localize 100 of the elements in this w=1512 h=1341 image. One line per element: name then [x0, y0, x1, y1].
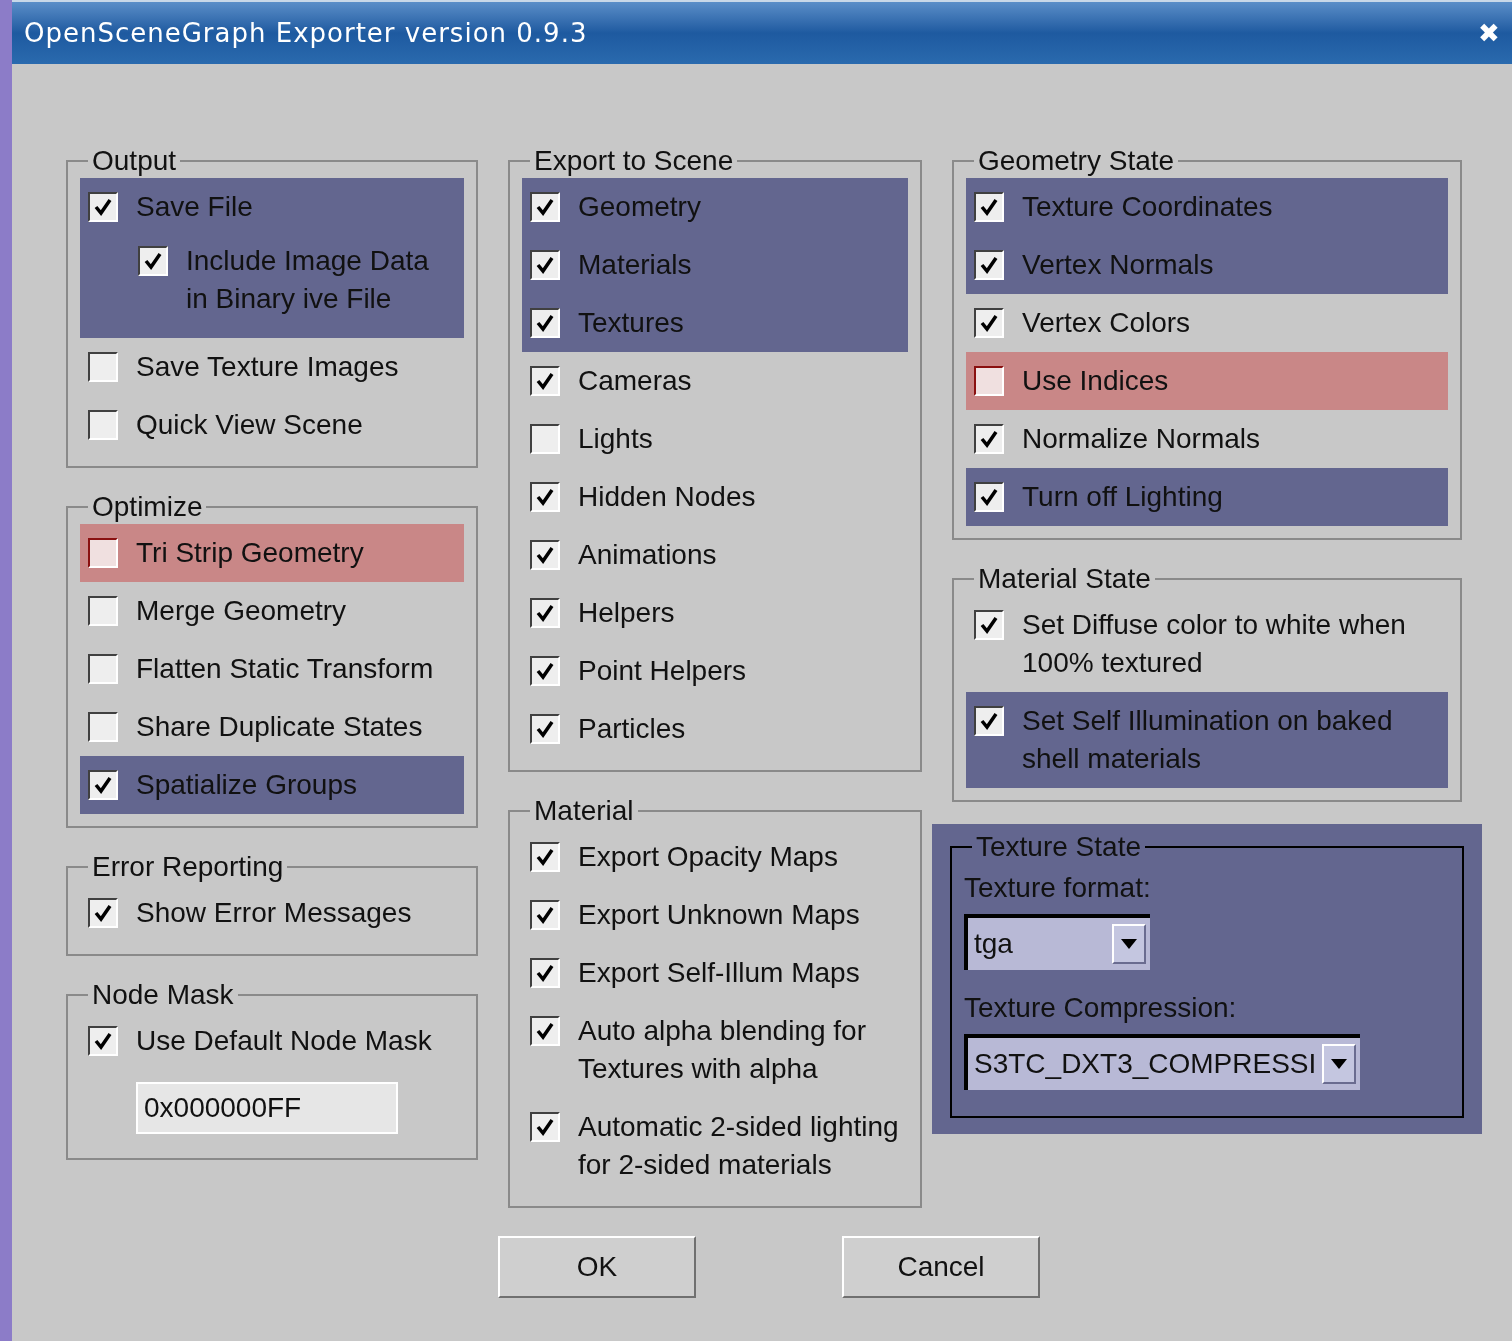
check-icon: [534, 1116, 556, 1138]
checkbox[interactable]: [138, 246, 168, 276]
dialog-button[interactable]: Cancel: [842, 1236, 1040, 1298]
checkbox[interactable]: [530, 366, 560, 396]
check-icon: [142, 250, 164, 272]
checkbox-label: Spatialize Groups: [136, 768, 357, 802]
check-icon: [534, 602, 556, 624]
checkbox-label: Set Self Illumination on baked shell materials: [1022, 704, 1394, 776]
checkbox[interactable]: [530, 714, 560, 744]
check-icon: [534, 312, 556, 334]
check-icon: [534, 660, 556, 682]
field-label: Texture Compression:: [964, 991, 1238, 1025]
check-icon: [534, 196, 556, 218]
checkbox-label: Export Self-Illum Maps: [578, 956, 860, 990]
check-icon: [978, 710, 1000, 732]
group-title: Node Mask: [91, 978, 235, 1012]
check-icon: [978, 196, 1000, 218]
checkbox[interactable]: [88, 596, 118, 626]
checkbox-label: Particles: [578, 712, 686, 746]
checkbox[interactable]: [530, 250, 560, 280]
checkbox[interactable]: [88, 1026, 118, 1056]
check-icon: [978, 428, 1000, 450]
checkbox[interactable]: [530, 482, 560, 512]
checkbox[interactable]: [88, 712, 118, 742]
checkbox[interactable]: [530, 540, 560, 570]
checkbox[interactable]: [974, 424, 1004, 454]
checkbox[interactable]: [530, 958, 560, 988]
check-icon: [92, 1030, 114, 1052]
check-icon: [534, 370, 556, 392]
field-label: Texture format:: [964, 871, 1152, 905]
checkbox-label: Export Opacity Maps: [578, 840, 838, 874]
check-icon: [534, 254, 556, 276]
checkbox[interactable]: [530, 1016, 560, 1046]
checkbox[interactable]: [88, 192, 118, 222]
check-icon: [534, 962, 556, 984]
check-icon: [534, 544, 556, 566]
checkbox[interactable]: [974, 308, 1004, 338]
checkbox-label: Merge Geometry: [136, 594, 347, 628]
checkbox[interactable]: [974, 482, 1004, 512]
checkbox[interactable]: [974, 250, 1004, 280]
checkbox-label: Save File: [136, 190, 253, 224]
checkbox[interactable]: [530, 598, 560, 628]
group-title: Texture State: [975, 830, 1142, 864]
group-title: Optimize: [91, 490, 204, 524]
checkbox[interactable]: [88, 410, 118, 440]
checkbox-label: Helpers: [578, 596, 675, 630]
close-icon[interactable]: ✖: [1478, 13, 1500, 53]
check-icon: [534, 486, 556, 508]
checkbox[interactable]: [530, 656, 560, 686]
checkbox-label: Hidden Nodes: [578, 480, 756, 514]
check-icon: [978, 486, 1000, 508]
checkbox[interactable]: [530, 900, 560, 930]
checkbox-label: Geometry: [578, 190, 701, 224]
dialog-button[interactable]: OK: [498, 1236, 696, 1298]
check-icon: [534, 846, 556, 868]
checkbox[interactable]: [530, 192, 560, 222]
group-title: Export to Scene: [533, 144, 735, 178]
checkbox-label: Texture Coordinates: [1022, 190, 1273, 224]
checkbox[interactable]: [88, 538, 118, 568]
checkbox[interactable]: [530, 842, 560, 872]
dropdown[interactable]: tga: [964, 914, 1150, 970]
checkbox[interactable]: [88, 898, 118, 928]
check-icon: [534, 1020, 556, 1042]
checkbox[interactable]: [88, 770, 118, 800]
checkbox-label: Materials: [578, 248, 692, 282]
checkbox-label: Tri Strip Geometry: [136, 536, 364, 570]
check-icon: [92, 196, 114, 218]
checkbox-label: Include Image Data in Binary ive File: [186, 244, 430, 316]
checkbox-label: Use Default Node Mask: [136, 1024, 432, 1058]
group-title: Geometry State: [977, 144, 1176, 178]
checkbox-label: Set Diffuse color to white when 100% textured: [1022, 608, 1407, 680]
check-icon: [978, 614, 1000, 636]
checkbox-label: Vertex Normals: [1022, 248, 1214, 282]
check-icon: [534, 904, 556, 926]
checkbox[interactable]: [974, 192, 1004, 222]
node-mask-field[interactable]: 0x000000FF: [136, 1082, 398, 1134]
checkbox-label: Animations: [578, 538, 717, 572]
checkbox-label: Vertex Colors: [1022, 306, 1191, 340]
checkbox[interactable]: [88, 352, 118, 382]
checkbox-label: Point Helpers: [578, 654, 747, 688]
group-title: Error Reporting: [91, 850, 285, 884]
check-icon: [978, 254, 1000, 276]
checkbox-label: Export Unknown Maps: [578, 898, 860, 932]
dropdown[interactable]: S3TC_DXT3_COMPRESSI: [964, 1034, 1361, 1090]
checkbox-label: Share Duplicate States: [136, 710, 423, 744]
checkbox[interactable]: [88, 654, 118, 684]
checkbox[interactable]: [530, 308, 560, 338]
checkbox-label: Show Error Messages: [136, 896, 412, 930]
checkbox-label: Normalize Normals: [1022, 422, 1261, 456]
checkbox-label: Turn off Lighting: [1022, 480, 1223, 514]
checkbox-label: Lights: [578, 422, 653, 456]
checkbox[interactable]: [974, 706, 1004, 736]
checkbox-label: Cameras: [578, 364, 692, 398]
checkbox[interactable]: [974, 610, 1004, 640]
checkbox[interactable]: [530, 1112, 560, 1142]
checkbox-label: Save Texture Images: [136, 350, 399, 384]
checkbox[interactable]: [530, 424, 560, 454]
checkbox-label: Use Indices: [1022, 364, 1169, 398]
group-title: Material State: [977, 562, 1152, 596]
checkbox[interactable]: [974, 366, 1004, 396]
